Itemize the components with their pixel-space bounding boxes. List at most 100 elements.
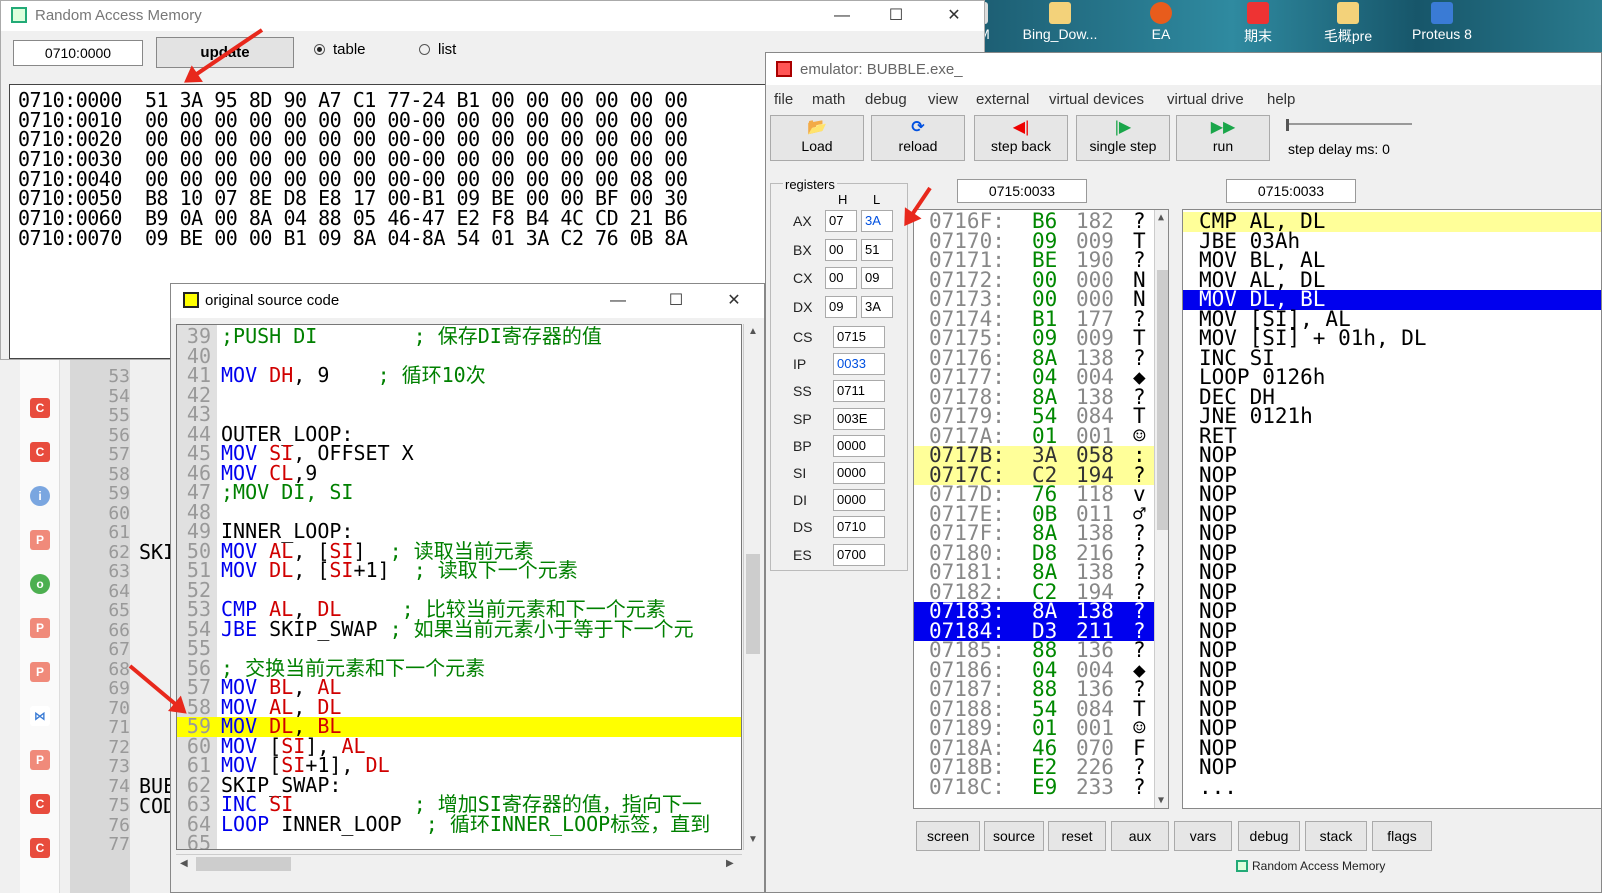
memory-row[interactable]: 07173: 00 000 N (914, 289, 1154, 310)
minimize-button[interactable]: — (819, 4, 865, 28)
memory-list[interactable]: 0718C: E9 233? 0718B: E2 226? 0718A: 46 070 F 0718… (913, 209, 1169, 809)
app-info-icon[interactable]: i (30, 486, 50, 506)
pdf-icon[interactable]: P (30, 662, 50, 682)
memory-row[interactable]: 07184: D3 211? (914, 620, 1154, 641)
disassembly-row[interactable]: NOP (1183, 464, 1601, 486)
memory-address-input[interactable]: 0715:0033 (957, 179, 1087, 203)
vars-button[interactable]: vars (1174, 821, 1232, 851)
memory-row[interactable]: 0717F: 8A 138? (914, 523, 1154, 544)
memory-row[interactable]: 07178: 8A 138? (914, 386, 1154, 408)
scroll-thumb[interactable] (746, 554, 760, 654)
desktop-icon-proteus[interactable]: Proteus 8 (1397, 2, 1487, 42)
disassembly-row[interactable]: NOP (1183, 620, 1601, 642)
register-di-value[interactable]: 0000 (833, 489, 885, 512)
source-line[interactable]: 39 ;PUSH DI ; 保存DI寄存器的值 (177, 326, 741, 347)
disassembly-row[interactable]: NOP (1183, 581, 1601, 603)
ram-address-input[interactable]: 0710:0000 (13, 40, 143, 66)
source-line[interactable]: 47 ;MOV DI, SI (177, 482, 741, 503)
step-back-button[interactable]: ◀| step back (974, 115, 1068, 161)
register-bx-low[interactable]: 51 (861, 238, 893, 261)
disassembly-row[interactable]: NOP (1183, 484, 1601, 505)
scroll-down-icon[interactable]: ▼ (1158, 795, 1164, 806)
memory-row[interactable]: 0717D: 76 118 v (914, 484, 1154, 505)
screen-button[interactable]: screen (916, 821, 980, 851)
menu-item-view[interactable]: view (928, 91, 958, 108)
load-button[interactable]: 📂 Load (770, 115, 864, 161)
aux-button[interactable]: aux (1111, 821, 1169, 851)
memory-row[interactable]: 07187: 88 136? (914, 679, 1154, 700)
memory-row[interactable]: 07172: 00 000 N (914, 269, 1154, 291)
source-titlebar[interactable]: original source code — ☐ ✕ (171, 284, 764, 318)
memory-row[interactable]: 07177: 04 004 ◆ (914, 367, 1154, 388)
menu-item-math[interactable]: math (812, 91, 845, 108)
memory-row[interactable]: 07175: 09 009 T (914, 328, 1154, 349)
reset-button[interactable]: reset (1048, 821, 1106, 851)
memory-row[interactable]: 07176: 8A 138? (914, 347, 1154, 369)
disassembly-row[interactable]: NOP (1183, 542, 1601, 564)
disassembly-row[interactable]: NOP (1183, 523, 1601, 544)
menu-item-file[interactable]: file (774, 91, 793, 108)
disassembly-row[interactable]: NOP (1183, 737, 1601, 759)
disassembly-row[interactable]: NOP (1183, 562, 1601, 583)
source-button[interactable]: source (984, 821, 1044, 851)
source-line[interactable]: 41 MOV DH, 9 ; 循环10次 (177, 365, 741, 386)
memory-row[interactable]: 0718A: 46 070 F (914, 737, 1154, 759)
source-line[interactable]: 65 (177, 833, 741, 849)
disassembly-row[interactable]: NOP (1183, 640, 1601, 661)
disassembly-row[interactable]: NOP (1183, 659, 1601, 681)
maximize-button[interactable]: ☐ (653, 289, 699, 313)
single-step-button[interactable]: |▶ single step (1076, 115, 1170, 161)
scroll-right-icon[interactable]: ▶ (726, 858, 734, 869)
debug-button[interactable]: debug (1238, 821, 1300, 851)
register-dx-high[interactable]: 09 (825, 295, 857, 318)
pdf-icon[interactable]: P (30, 618, 50, 638)
menu-item-debug[interactable]: debug (865, 91, 907, 108)
source-line[interactable]: 54 JBE SKIP_SWAP ; 如果当前元素小于等于下一个元 (177, 619, 741, 640)
scroll-up-icon[interactable]: ▲ (1158, 212, 1164, 223)
disassembly-row[interactable]: NOP (1183, 679, 1601, 700)
desktop-icon-maogai[interactable]: 毛概pre (1303, 2, 1393, 46)
slider-track[interactable] (1286, 123, 1412, 125)
register-cs-value[interactable]: 0715 (833, 326, 885, 348)
memory-row[interactable]: 07186: 04 004 ◆ (914, 659, 1154, 681)
ram-titlebar[interactable]: Random Access Memory — ☐ ✕ (1, 1, 984, 31)
taskbar-preview[interactable]: Random Access Memory (1236, 859, 1406, 879)
memory-row[interactable]: 07171: BE 190? (914, 250, 1154, 271)
register-es-value[interactable]: 0700 (833, 543, 885, 566)
memory-row[interactable]: 07182: C2 194? (914, 581, 1154, 603)
memory-row[interactable]: 07188: 54 084 T (914, 698, 1154, 720)
scroll-down-icon[interactable]: ▼ (748, 834, 758, 845)
menu-item-virtual-devices[interactable]: virtual devices (1049, 91, 1144, 108)
memory-scrollbar[interactable]: ▲ ▼ (1154, 210, 1168, 808)
register-ax-low[interactable]: 3A (861, 210, 893, 232)
menu-item-help[interactable]: help (1267, 91, 1295, 108)
radio-table[interactable]: table (314, 41, 366, 58)
app-c-icon[interactable]: C (30, 442, 50, 462)
scroll-left-icon[interactable]: ◀ (180, 858, 188, 869)
emulator-titlebar[interactable]: emulator: BUBBLE.exe_ (766, 53, 1601, 85)
memory-row[interactable]: 0716F: B6 182? (914, 211, 1154, 232)
source-line[interactable]: 42 (177, 385, 741, 406)
disassembly-list[interactable]: CMP AL, DL JBE 03Ah MOV BL, AL MOV AL, DL MO… (1182, 209, 1602, 809)
scroll-thumb[interactable] (1157, 270, 1168, 530)
menu-item-virtual-drive[interactable]: virtual drive (1167, 91, 1244, 108)
app-c-icon[interactable]: C (30, 838, 50, 858)
reload-button[interactable]: ⟳ reload (871, 115, 965, 161)
source-horizontal-scrollbar[interactable]: ◀ ▶ (176, 854, 742, 872)
slider-thumb[interactable] (1286, 119, 1289, 131)
memory-row[interactable]: 0718C: E9 233? (914, 776, 1154, 798)
disassembly-row[interactable]: NOP (1183, 503, 1601, 525)
memory-row[interactable]: 07185: 88 136? (914, 640, 1154, 661)
memory-row[interactable]: 07189: 01 001 ☺ (914, 718, 1154, 739)
scroll-up-icon[interactable]: ▲ (748, 326, 758, 337)
source-code-view[interactable]: 39 ;PUSH DI ; 保存DI寄存器的值 40 41 MOV DH, 9 ; 循环… (176, 324, 742, 850)
disassembly-row[interactable]: NOP (1183, 757, 1601, 778)
vscode-icon[interactable]: ⋈ (30, 706, 50, 726)
disassembly-address-input[interactable]: 0715:0033 (1226, 179, 1356, 203)
disassembly-row[interactable]: JNE 0121h (1183, 406, 1601, 427)
run-button[interactable]: ▶▶ run (1176, 115, 1270, 161)
memory-row[interactable]: 0717C: C2 194? (914, 464, 1154, 485)
app-c-icon[interactable]: C (30, 398, 50, 418)
register-ds-value[interactable]: 0710 (833, 516, 885, 539)
close-button[interactable]: ✕ (711, 289, 757, 313)
